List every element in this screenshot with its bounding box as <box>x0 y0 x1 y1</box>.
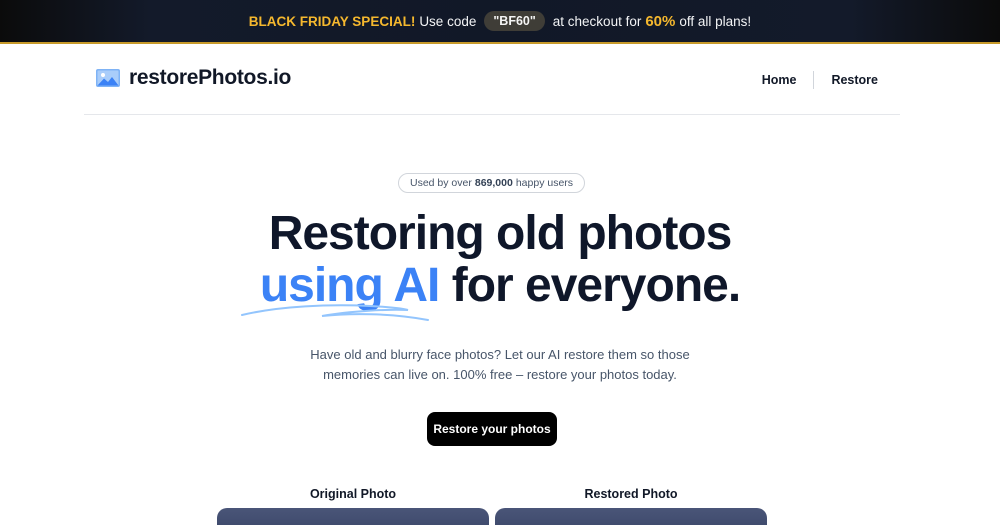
promo-banner: BLACK FRIDAY SPECIAL! Use code "BF60" at… <box>0 0 1000 44</box>
original-photo-image <box>217 508 489 525</box>
users-badge: Used by over 869,000 happy users <box>398 173 586 193</box>
original-photo-label: Original Photo <box>309 487 397 501</box>
promo-off-all: off all plans! <box>679 13 752 29</box>
main-nav: Home Restore <box>762 71 878 89</box>
restored-photo-image <box>495 508 767 525</box>
badge-count: 869,000 <box>474 177 513 189</box>
nav-home-link[interactable]: Home <box>762 73 797 87</box>
brand-logo-link[interactable]: restorePhotos.io <box>96 66 291 90</box>
promo-at-checkout: at checkout for <box>552 13 642 29</box>
promo-use-code: Use code <box>419 13 477 29</box>
hero-title-rest: for everyone. <box>439 259 741 312</box>
promo-special: BLACK FRIDAY SPECIAL! <box>248 13 416 29</box>
accent-underline-decoration <box>241 304 429 321</box>
site-header: restorePhotos.io Home Restore <box>84 46 900 115</box>
hero-subtitle-line1: Have old and blurry face photos? Let our… <box>310 347 690 362</box>
hero-title-line2: using AI for everyone. <box>0 258 1000 313</box>
restored-photo-label: Restored Photo <box>584 487 678 501</box>
badge-prefix: Used by over <box>410 177 472 189</box>
hero-subtitle-line2: memories can live on. 100% free – restor… <box>323 367 677 382</box>
photo-icon <box>96 69 120 87</box>
restore-photos-button[interactable]: Restore your photos <box>427 412 557 446</box>
nav-divider <box>813 71 815 89</box>
promo-discount: 60% <box>645 12 676 30</box>
promo-code-pill[interactable]: "BF60" <box>484 11 545 31</box>
nav-restore-link[interactable]: Restore <box>831 73 878 87</box>
badge-suffix: happy users <box>515 177 574 189</box>
hero-title-line1: Restoring old photos <box>268 207 733 260</box>
brand-name: restorePhotos.io <box>129 66 292 89</box>
